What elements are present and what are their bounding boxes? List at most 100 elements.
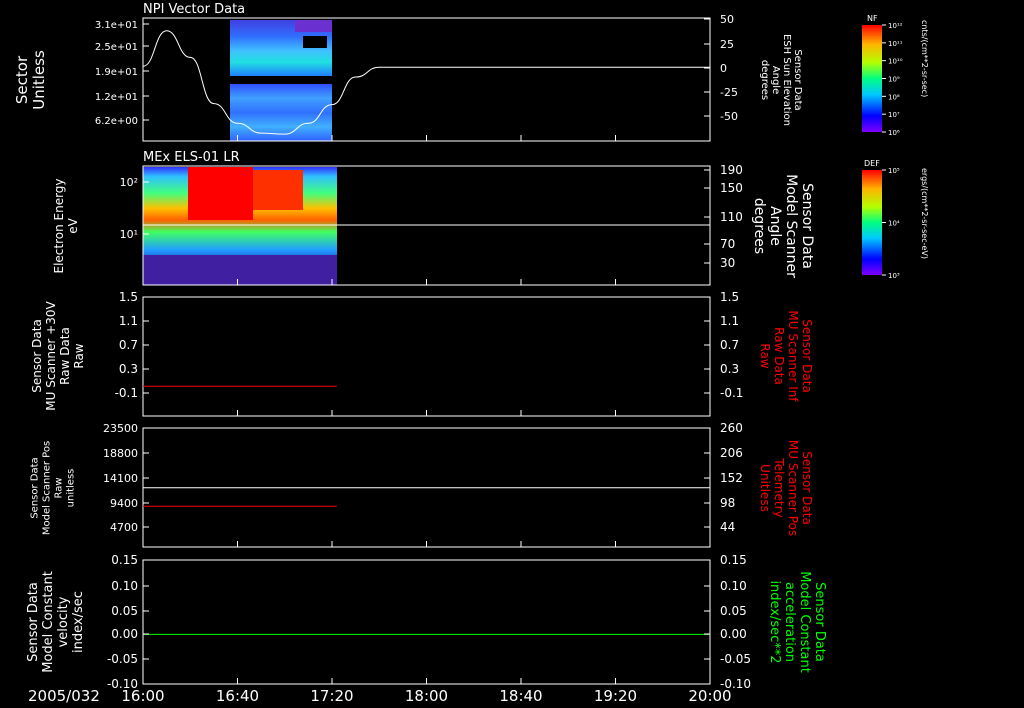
right-tick-label: 1.5 [720, 290, 739, 304]
left-tick-label: 1.1 [119, 314, 138, 328]
right-axis-label: Sensor DataModel ScannerAngledegrees [751, 174, 815, 278]
right-tick-label: 0.00 [720, 627, 747, 641]
right-tick-label: 110 [720, 210, 743, 224]
right-tick-label: 206 [720, 446, 743, 460]
left-axis-label: Sensor DataModel Scanner PosRawunitless [30, 441, 77, 535]
right-tick-label: 0.7 [720, 338, 739, 352]
left-tick-label: 10¹ [120, 228, 138, 241]
panel-title: NPI Vector Data [143, 2, 245, 17]
left-tick-label: 0.10 [111, 579, 138, 593]
colorbar-tick-label: 10¹⁰ [888, 58, 903, 66]
left-tick-label: 18800 [103, 447, 138, 460]
left-tick-label: 0.15 [111, 553, 138, 567]
right-tick-label: 260 [720, 421, 743, 435]
left-tick-label: 1.2e+01 [95, 92, 138, 103]
heatmap-els-low-band [143, 255, 337, 285]
right-tick-label: -0.1 [720, 386, 743, 400]
colorbar-def-label: DEF [864, 159, 880, 168]
right-tick-label: 70 [720, 237, 735, 251]
colorbar-nf-scale [862, 25, 882, 132]
right-tick-label: 1.1 [720, 314, 739, 328]
left-tick-label: 10² [120, 176, 138, 189]
colorbar-nf: NF 10¹² 10¹¹ 10¹⁰ 10⁹ 10⁸ 10⁷ 10⁶ cnts/(cm**2-… [862, 14, 929, 137]
time-tick-label: 20:00 [688, 687, 731, 705]
left-tick-label: -0.1 [115, 386, 138, 400]
colorbar-tick-label: 10⁸ [888, 93, 900, 101]
time-tick-label: 19:20 [594, 687, 637, 705]
panel-els: MEx ELS-01 LR 10² 10¹ 190 150 110 70 30 [120, 150, 743, 286]
right-tick-label: 0 [720, 62, 727, 75]
colorbar-tick-label: 10⁵ [888, 167, 900, 175]
heatmap-npi-purple-block [295, 20, 332, 32]
right-tick-label: 0.15 [720, 553, 747, 567]
colorbar-def-scale [862, 170, 882, 275]
heatmap-npi-gap [230, 76, 332, 84]
right-tick-label: 25 [720, 38, 734, 51]
right-tick-label: -0.05 [720, 652, 751, 666]
panel-frame [142, 17, 711, 142]
right-tick-label: -25 [720, 86, 738, 99]
left-tick-label: 6.2e+00 [95, 116, 138, 127]
panel-title: MEx ELS-01 LR [143, 150, 240, 165]
left-axis-label: Electron EnergyeV [52, 178, 80, 273]
colorbar-def-units: ergs/(cm**2-sr-sec-eV) [920, 168, 929, 259]
right-tick-label: 190 [720, 163, 743, 177]
left-tick-label: 4700 [110, 521, 138, 534]
left-tick-label: -0.05 [107, 652, 138, 666]
colorbar-tick-label: 10¹¹ [888, 40, 903, 48]
left-tick-label: 1.5 [119, 290, 138, 304]
right-tick-label: 50 [720, 13, 734, 26]
left-tick-label: 1.9e+01 [95, 67, 138, 78]
heatmap-npi-lower [230, 84, 332, 141]
right-tick-label: 152 [720, 471, 743, 485]
right-tick-label: 0.10 [720, 579, 747, 593]
time-tick-label: 16:40 [216, 687, 259, 705]
right-axis-label: Sensor DataESH Sun ElevationAngledegrees [759, 34, 803, 126]
panel-model-constant: 0.150.100.050.00-0.05-0.100.150.100.050.… [107, 553, 751, 691]
heatmap-els-red-core [188, 167, 253, 220]
left-axis-label: SectorUnitless [13, 50, 48, 110]
panel-npi: NPI Vector Data 3.1e+01 2.5e+01 1.9e+01 1.2… [95, 2, 738, 142]
sun-elevation-curve [142, 30, 710, 135]
right-tick-label: 98 [720, 496, 735, 510]
colorbar-tick-label: 10⁴ [888, 220, 900, 228]
colorbar-tick-label: 10¹² [888, 22, 903, 30]
panel-frame [142, 296, 711, 417]
left-tick-label: 3.1e+01 [95, 20, 138, 31]
colorbar-tick-label: 10⁹ [888, 76, 900, 84]
right-tick-label: -50 [720, 110, 738, 123]
heatmap-npi-black-block [303, 36, 327, 48]
panel-mu-scanner-raw: 1.5 1.1 0.7 0.3 -0.1 1.5 1.1 0.7 0.3 -0.1 [115, 290, 743, 417]
right-axis-label: Sensor DataMU Scanner InfRaw DataRaw [758, 310, 814, 402]
left-tick-label: 0.3 [119, 362, 138, 376]
colorbar-tick-label: 10³ [888, 272, 900, 280]
colorbar-def: DEF 10⁵ 10⁴ 10³ ergs/(cm**2-sr-sec-eV) [862, 159, 929, 280]
right-tick-label: 30 [720, 256, 735, 270]
right-tick-label: 150 [720, 181, 743, 195]
colorbar-nf-label: NF [867, 14, 878, 23]
panel-scanner-pos: 23500 18800 14100 9400 4700 260 206 152 98 44 [103, 421, 743, 548]
left-axis-label: Sensor DataModel Constantvelocityindex/s… [26, 571, 86, 673]
panel-frame [142, 559, 711, 685]
left-tick-label: 2.5e+01 [95, 42, 138, 53]
time-tick-label: 17:20 [310, 687, 353, 705]
date-label: 2005/032 [28, 687, 100, 705]
right-tick-label: 44 [720, 520, 735, 534]
time-tick-label: 18:00 [405, 687, 448, 705]
time-tick-label: 16:00 [121, 687, 164, 705]
left-tick-label: 9400 [110, 497, 138, 510]
right-tick-label: 0.05 [720, 604, 747, 618]
colorbar-tick-label: 10⁷ [888, 111, 900, 119]
left-tick-label: 0.7 [119, 338, 138, 352]
left-axis-label: Sensor DataMU Scanner +30VRaw DataRaw [30, 301, 86, 411]
right-tick-label: 0.3 [720, 362, 739, 376]
left-tick-label: 0.05 [111, 604, 138, 618]
multi-panel-time-series-plot: NPI Vector Data 3.1e+01 2.5e+01 1.9e+01 1.2… [13, 2, 929, 705]
left-tick-label: 0.00 [111, 627, 138, 641]
time-tick-label: 18:40 [499, 687, 542, 705]
left-tick-label: 14100 [103, 472, 138, 485]
right-axis-label: Sensor DataModel Constantaccelerationind… [767, 571, 827, 673]
axis-labels: SectorUnitless Sensor DataESH Sun Elevati… [13, 34, 827, 673]
heatmap-els-red-right [253, 170, 303, 210]
left-tick-label: 23500 [103, 422, 138, 435]
